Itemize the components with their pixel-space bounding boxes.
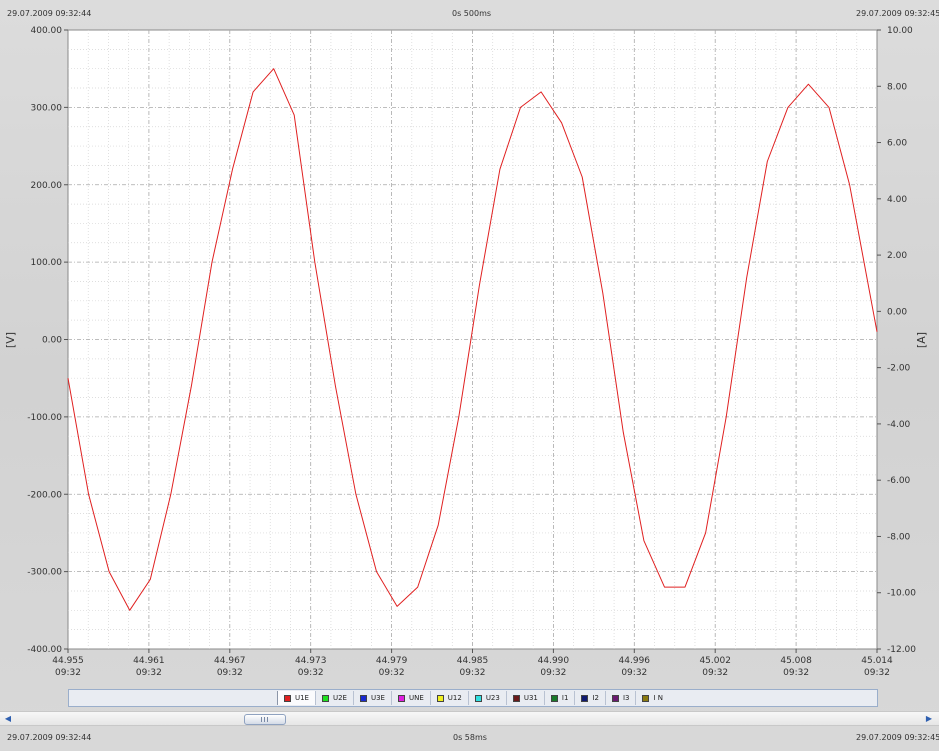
y2-tick-label: -6.00	[887, 476, 911, 486]
legend-swatch	[474, 694, 482, 702]
x-axis-ticks: 44.955 09:32 44.961 09:32 44.967 09:32 44.973 0…	[52, 649, 893, 678]
y2-tick-label: 2.00	[887, 251, 907, 261]
legend-swatch	[550, 694, 558, 702]
x-tick-label: 44.973	[295, 656, 327, 666]
y2-tick-label: -12.00	[887, 645, 916, 655]
x-tick-label: 44.996	[619, 656, 651, 666]
legend-label: U2E	[332, 694, 347, 702]
y-tick-label: 0.00	[42, 336, 62, 346]
scroll-thumb[interactable]	[244, 714, 286, 725]
x-tick-time: 09:32	[540, 668, 566, 678]
legend-swatch	[581, 694, 589, 702]
legend-label: U31	[523, 694, 538, 702]
legend-swatch	[512, 694, 520, 702]
y-tick-label: 300.00	[31, 103, 63, 113]
legend-swatch	[359, 694, 367, 702]
legend-swatch	[321, 694, 329, 702]
legend-item-u23[interactable]: U23	[467, 691, 506, 705]
footer-end-time: 29.07.2009 09:32:45	[856, 733, 939, 742]
y-tick-label: -100.00	[27, 413, 62, 423]
x-tick-label: 44.967	[214, 656, 246, 666]
legend-item-u12[interactable]: U12	[429, 691, 468, 705]
y-tick-label: -400.00	[27, 645, 62, 655]
x-tick-label: 44.985	[457, 656, 489, 666]
x-tick-label: 45.014	[861, 656, 893, 666]
x-tick-time: 09:32	[702, 668, 728, 678]
legend-swatch	[436, 694, 444, 702]
y2-tick-label: -8.00	[887, 532, 911, 542]
y-tick-label: -200.00	[27, 490, 62, 500]
x-tick-time: 09:32	[783, 668, 809, 678]
x-tick-label: 44.979	[376, 656, 408, 666]
legend-swatch	[397, 694, 405, 702]
legend-item-u31[interactable]: U31	[505, 691, 544, 705]
scroll-right-arrow-icon[interactable]: ▶	[924, 714, 934, 724]
x-tick-time: 09:32	[864, 668, 890, 678]
plot-area	[67, 29, 878, 650]
x-tick-time: 09:32	[298, 668, 324, 678]
y-tick-label: 100.00	[31, 258, 63, 268]
legend-item-u3e[interactable]: U3E	[352, 691, 391, 705]
legend-label: U3E	[370, 694, 385, 702]
legend-swatch	[611, 694, 619, 702]
legend-swatch	[642, 694, 650, 702]
x-tick-time: 09:32	[136, 668, 162, 678]
y-tick-label: 400.00	[31, 26, 63, 36]
y2-tick-label: 0.00	[887, 307, 907, 317]
y2-axis-ticks: 10.00 8.00 6.00 4.00 2.00 0.00 -2.00 -4.00 -6.00…	[877, 26, 916, 655]
legend-item-une[interactable]: UNE	[390, 691, 430, 705]
legend-item-i2[interactable]: I2	[574, 691, 605, 705]
legend-swatch	[283, 694, 291, 702]
y2-tick-label: -2.00	[887, 364, 911, 374]
waveform-chart[interactable]: 400.00 300.00 200.00 100.00 0.00 -100.00 -200.…	[0, 0, 939, 690]
x-tick-time: 09:32	[55, 668, 81, 678]
y-tick-label: -300.00	[27, 568, 62, 578]
y2-tick-label: -10.00	[887, 589, 916, 599]
scroll-left-arrow-icon[interactable]: ◀	[3, 714, 13, 724]
x-tick-time: 09:32	[460, 668, 486, 678]
x-tick-label: 44.955	[52, 656, 84, 666]
legend-label: U23	[485, 694, 500, 702]
channel-legend: U1E U2E U3E UNE U12 U23 U31 I1 I2 I3 I N	[68, 689, 878, 707]
legend-item-u2e[interactable]: U2E	[314, 691, 353, 705]
legend-label: U1E	[294, 694, 309, 702]
y-axis-label: [V]	[4, 332, 17, 348]
x-tick-time: 09:32	[379, 668, 405, 678]
legend-item-i3[interactable]: I3	[604, 691, 636, 705]
legend-item-i-n[interactable]: I N	[635, 691, 669, 705]
legend-label: I3	[622, 694, 630, 702]
footer-duration: 0s 58ms	[453, 733, 487, 742]
x-tick-time: 09:32	[217, 668, 243, 678]
y2-tick-label: 10.00	[887, 26, 913, 36]
y-tick-label: 200.00	[31, 181, 63, 191]
y2-tick-label: 4.00	[887, 195, 907, 205]
y2-tick-label: 8.00	[887, 82, 907, 92]
legend-label: I N	[653, 694, 663, 702]
legend-label: I1	[561, 694, 569, 702]
legend-label: I2	[592, 694, 599, 702]
x-tick-label: 45.008	[780, 656, 812, 666]
legend-item-u1e[interactable]: U1E	[276, 691, 315, 705]
y2-axis-label: [A]	[915, 332, 928, 348]
x-tick-label: 44.990	[538, 656, 570, 666]
y2-tick-label: -4.00	[887, 420, 911, 430]
y-axis-ticks: 400.00 300.00 200.00 100.00 0.00 -100.00 -200.…	[27, 26, 68, 655]
legend-label: UNE	[408, 694, 424, 702]
x-tick-label: 44.961	[133, 656, 165, 666]
footer-start-time: 29.07.2009 09:32:44	[7, 733, 92, 742]
x-tick-label: 45.002	[699, 656, 731, 666]
x-tick-time: 09:32	[621, 668, 647, 678]
horizontal-scrollbar[interactable]: ◀ ▶	[0, 711, 939, 726]
legend-item-i1[interactable]: I1	[543, 691, 575, 705]
legend-label: U12	[447, 694, 462, 702]
y2-tick-label: 6.00	[887, 139, 907, 149]
